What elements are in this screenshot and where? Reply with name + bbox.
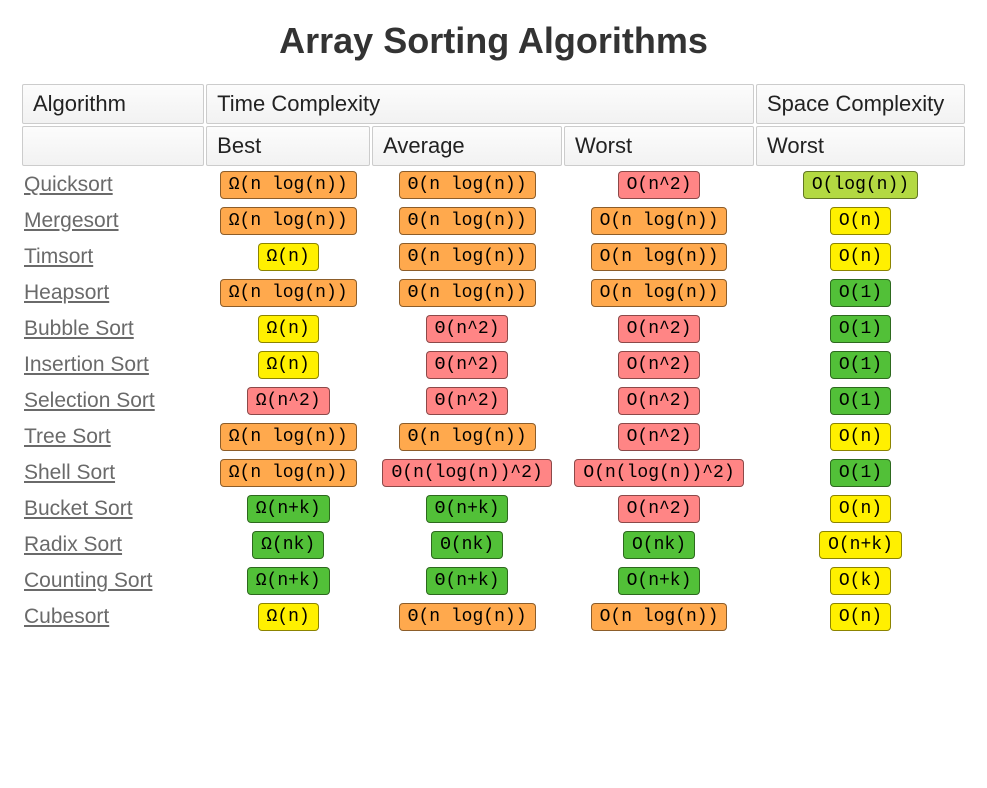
header-empty [22,126,204,166]
algorithm-link[interactable]: Radix Sort [24,533,122,556]
complexity-pill: O(n+k) [819,531,902,559]
complexity-pill: Θ(n^2) [426,351,509,379]
complexity-pill: Θ(n log(n)) [399,171,536,199]
complexity-pill: O(n^2) [618,387,701,415]
complexity-pill: O(n+k) [618,567,701,595]
table-row: Tree Sort Ω(n log(n)) Θ(n log(n)) O(n^2) O(n… [22,420,965,454]
header-time: Time Complexity [206,84,754,124]
complexity-pill: O(1) [830,459,891,487]
complexity-pill: Θ(n log(n)) [399,279,536,307]
complexity-pill: O(n) [830,423,891,451]
complexity-pill: Ω(n+k) [247,567,330,595]
algorithm-link[interactable]: Tree Sort [24,425,111,448]
complexity-pill: O(1) [830,351,891,379]
table-row: Counting Sort Ω(n+k) Θ(n+k) O(n+k) O(k) [22,564,965,598]
complexity-pill: Θ(n log(n)) [399,207,536,235]
complexity-pill: Ω(n+k) [247,495,330,523]
table-row: Selection Sort Ω(n^2) Θ(n^2) O(n^2) O(1) [22,384,965,418]
complexity-pill: O(n(log(n))^2) [574,459,743,487]
complexity-pill: O(1) [830,315,891,343]
complexity-table: Algorithm Time Complexity Space Complexi… [20,82,967,636]
complexity-pill: Θ(n+k) [426,567,509,595]
complexity-pill: Ω(n log(n)) [220,279,357,307]
complexity-pill: Ω(n) [258,243,319,271]
complexity-pill: Θ(n log(n)) [399,423,536,451]
table-row: Heapsort Ω(n log(n)) Θ(n log(n)) O(n log(n)… [22,276,965,310]
complexity-pill: O(1) [830,387,891,415]
complexity-pill: O(n^2) [618,315,701,343]
table-row: Mergesort Ω(n log(n)) Θ(n log(n)) O(n log(n… [22,204,965,238]
complexity-pill: O(n^2) [618,423,701,451]
header-best: Best [206,126,370,166]
complexity-pill: O(1) [830,279,891,307]
algorithm-link[interactable]: Bubble Sort [24,317,134,340]
table-row: Timsort Ω(n) Θ(n log(n)) O(n log(n)) O(n) [22,240,965,274]
algorithm-link[interactable]: Cubesort [24,605,109,628]
table-row: Insertion Sort Ω(n) Θ(n^2) O(n^2) O(1) [22,348,965,382]
header-space: Space Complexity [756,84,965,124]
table-row: Quicksort Ω(n log(n)) Θ(n log(n)) O(n^2) O(l… [22,168,965,202]
complexity-pill: Θ(n log(n)) [399,243,536,271]
complexity-pill: Θ(n^2) [426,387,509,415]
header-worst: Worst [564,126,754,166]
complexity-pill: O(n^2) [618,495,701,523]
complexity-pill: O(n) [830,207,891,235]
complexity-pill: O(n log(n)) [591,603,728,631]
table-row: Bucket Sort Ω(n+k) Θ(n+k) O(n^2) O(n) [22,492,965,526]
algorithm-link[interactable]: Quicksort [24,173,113,196]
complexity-pill: O(n) [830,495,891,523]
complexity-pill: Ω(nk) [252,531,324,559]
algorithm-link[interactable]: Timsort [24,245,93,268]
table-row: Cubesort Ω(n) Θ(n log(n)) O(n log(n)) O(n) [22,600,965,634]
complexity-pill: Ω(n log(n)) [220,171,357,199]
algorithm-link[interactable]: Heapsort [24,281,109,304]
complexity-pill: Θ(nk) [431,531,503,559]
algorithm-link[interactable]: Mergesort [24,209,119,232]
complexity-pill: O(n) [830,603,891,631]
algorithm-link[interactable]: Selection Sort [24,389,155,412]
complexity-pill: O(n^2) [618,171,701,199]
complexity-pill: Θ(n+k) [426,495,509,523]
complexity-pill: Ω(n log(n)) [220,459,357,487]
complexity-pill: Ω(n log(n)) [220,207,357,235]
algorithm-link[interactable]: Insertion Sort [24,353,149,376]
table-row: Radix Sort Ω(nk) Θ(nk) O(nk) O(n+k) [22,528,965,562]
complexity-pill: Ω(n log(n)) [220,423,357,451]
complexity-pill: O(n log(n)) [591,243,728,271]
algorithm-link[interactable]: Bucket Sort [24,497,133,520]
header-space-worst: Worst [756,126,965,166]
table-row: Bubble Sort Ω(n) Θ(n^2) O(n^2) O(1) [22,312,965,346]
complexity-pill: Θ(n^2) [426,315,509,343]
complexity-pill: Ω(n^2) [247,387,330,415]
header-average: Average [372,126,562,166]
complexity-pill: O(n log(n)) [591,279,728,307]
complexity-pill: O(n log(n)) [591,207,728,235]
complexity-pill: Ω(n) [258,315,319,343]
page-title: Array Sorting Algorithms [20,20,967,62]
table-row: Shell Sort Ω(n log(n)) Θ(n(log(n))^2) O(n(l… [22,456,965,490]
algorithm-link[interactable]: Counting Sort [24,569,152,592]
complexity-pill: O(n) [830,243,891,271]
algorithm-link[interactable]: Shell Sort [24,461,115,484]
complexity-pill: Θ(n(log(n))^2) [382,459,551,487]
complexity-pill: O(n^2) [618,351,701,379]
complexity-pill: O(nk) [623,531,695,559]
complexity-pill: O(log(n)) [803,171,918,199]
header-algorithm: Algorithm [22,84,204,124]
complexity-pill: Ω(n) [258,603,319,631]
complexity-pill: O(k) [830,567,891,595]
complexity-pill: Ω(n) [258,351,319,379]
complexity-pill: Θ(n log(n)) [399,603,536,631]
